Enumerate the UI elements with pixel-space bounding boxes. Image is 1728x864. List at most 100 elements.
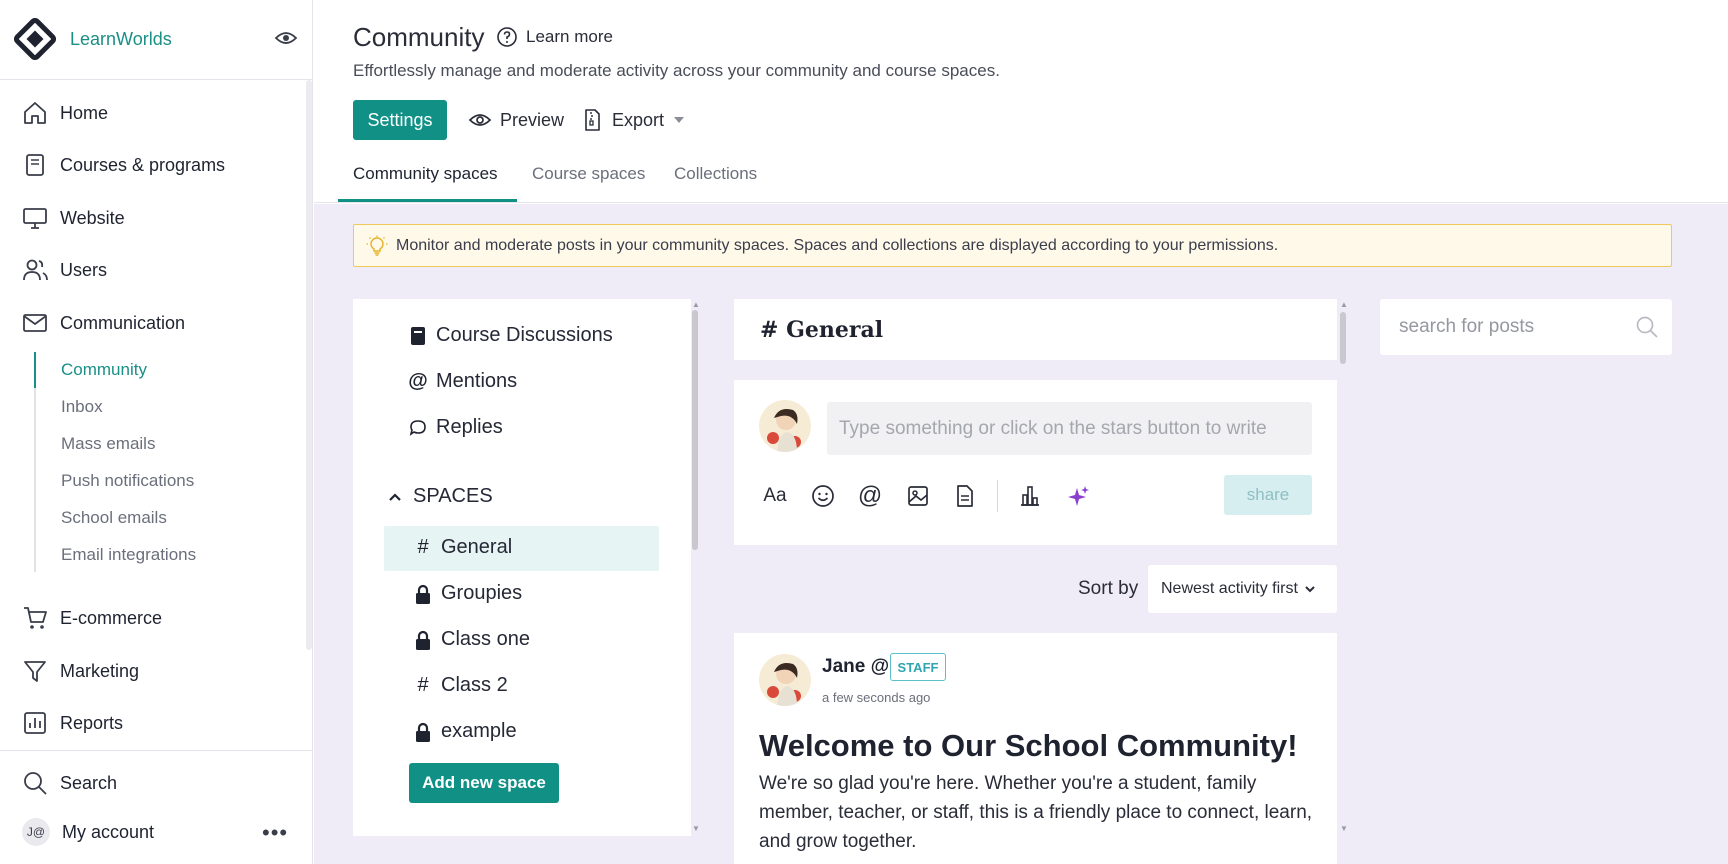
lock-icon: [413, 584, 433, 604]
subnav-community[interactable]: Community: [61, 360, 147, 380]
tab-community-spaces[interactable]: Community spaces: [353, 164, 498, 184]
preview-label: Preview: [500, 109, 565, 130]
monitor-icon: [22, 205, 48, 231]
feed-scrollbar[interactable]: [1340, 312, 1346, 364]
user-avatar: [759, 400, 811, 452]
book-icon: [22, 152, 48, 178]
at-icon: @: [408, 370, 428, 392]
tab-course-spaces[interactable]: Course spaces: [532, 164, 645, 184]
space-groupies[interactable]: Groupies: [413, 582, 522, 605]
nav-label: Home: [60, 102, 109, 123]
subnav-mass-emails[interactable]: Mass emails: [61, 434, 155, 454]
nav-marketing[interactable]: Marketing: [22, 657, 139, 685]
brand[interactable]: LearnWorlds: [14, 16, 172, 62]
emoji-icon[interactable]: [809, 482, 837, 510]
nav-users[interactable]: Users: [22, 256, 107, 284]
help-circle-icon: [496, 26, 518, 48]
hash-icon: #: [417, 674, 429, 696]
lock-icon: [413, 630, 433, 650]
users-icon: [22, 257, 48, 283]
divider: [0, 79, 313, 80]
mention-icon[interactable]: @: [856, 482, 884, 510]
scroll-up-arrow-icon[interactable]: ▲: [1340, 300, 1348, 309]
staff-badge: STAFF: [890, 653, 946, 681]
link-label: Course Discussions: [436, 324, 613, 346]
toolbar-separator: [997, 480, 998, 512]
space-label: Class 2: [441, 674, 508, 696]
lightbulb-icon: [366, 235, 388, 257]
spaces-panel-scrollbar[interactable]: [692, 310, 698, 550]
post-author-avatar[interactable]: [759, 654, 811, 706]
nav-home[interactable]: Home: [22, 99, 108, 127]
ai-sparkle-icon[interactable]: [1065, 482, 1093, 510]
add-new-space-button[interactable]: Add new space: [409, 763, 559, 803]
space-class-2[interactable]: # Class 2: [413, 674, 508, 697]
post-title: Welcome to Our School Community!: [759, 728, 1298, 763]
nav-communication[interactable]: Communication: [22, 309, 185, 337]
info-notice: Monitor and moderate posts in your commu…: [353, 224, 1672, 267]
subnav-inbox[interactable]: Inbox: [61, 397, 103, 417]
zip-file-icon: [580, 108, 604, 132]
scroll-down-arrow-icon[interactable]: ▼: [692, 824, 700, 833]
funnel-icon: [22, 658, 48, 684]
spaces-section-toggle[interactable]: SPACES: [385, 485, 493, 508]
nav-label: My account: [62, 821, 155, 842]
sort-label: Sort by: [1078, 578, 1139, 599]
link-label: Mentions: [436, 370, 518, 392]
nav-website[interactable]: Website: [22, 204, 125, 232]
divider: [0, 750, 313, 751]
chevron-up-icon: [385, 492, 405, 502]
link-course-discussions[interactable]: Course Discussions: [408, 324, 613, 347]
space-label: Groupies: [441, 582, 523, 604]
export-label: Export: [612, 109, 665, 130]
share-button[interactable]: share: [1224, 475, 1312, 515]
nav-label: Users: [60, 259, 108, 280]
preview-button[interactable]: Preview: [468, 108, 564, 132]
post-search-box[interactable]: search for posts: [1380, 299, 1672, 355]
search-icon[interactable]: [1635, 315, 1659, 339]
mail-icon: [22, 310, 48, 336]
poll-icon[interactable]: [1016, 482, 1044, 510]
nav-courses-programs[interactable]: Courses & programs: [22, 151, 225, 179]
sort-value: Newest activity first: [1161, 580, 1298, 597]
view-site-eye-icon[interactable]: [274, 28, 298, 48]
space-class-one[interactable]: Class one: [413, 628, 530, 651]
search-input[interactable]: search for posts: [1399, 316, 1534, 338]
composer-input[interactable]: Type something or click on the stars but…: [827, 402, 1312, 455]
nav-reports[interactable]: Reports: [22, 709, 123, 737]
file-icon[interactable]: [951, 482, 979, 510]
more-options-icon[interactable]: •••: [262, 820, 288, 846]
settings-button[interactable]: Settings: [353, 100, 447, 140]
subnav-email-integrations[interactable]: Email integrations: [61, 545, 196, 565]
page-title: Community: [353, 22, 485, 52]
text-format-icon[interactable]: Aa: [761, 482, 789, 510]
nav-search[interactable]: Search: [22, 769, 117, 797]
sidebar-scrollbar[interactable]: [306, 80, 312, 650]
space-general[interactable]: # General: [413, 536, 512, 559]
sort-select[interactable]: Newest activity first: [1148, 565, 1337, 613]
nav-label: Reports: [60, 712, 124, 733]
nav-e-commerce[interactable]: E-commerce: [22, 604, 162, 632]
cart-icon: [22, 605, 48, 631]
learnworlds-logo-icon: [14, 18, 56, 60]
nav-my-account[interactable]: J@ My account: [22, 818, 154, 846]
export-button[interactable]: Export: [580, 108, 685, 132]
subnav-push-notifications[interactable]: Push notifications: [61, 471, 194, 491]
link-replies[interactable]: Replies: [408, 416, 503, 439]
notice-text: Monitor and moderate posts in your commu…: [396, 236, 1279, 254]
link-mentions[interactable]: @ Mentions: [408, 370, 517, 393]
image-icon[interactable]: [904, 482, 932, 510]
post-author-name[interactable]: Jane @: [822, 656, 889, 678]
hash-icon: #: [417, 536, 429, 558]
scroll-down-arrow-icon[interactable]: ▼: [1340, 824, 1348, 833]
account-avatar: J@: [22, 818, 50, 846]
scroll-up-arrow-icon[interactable]: ▲: [692, 300, 700, 309]
learn-more-link[interactable]: Learn more: [496, 26, 613, 48]
post-body: We're so glad you're here. Whether you'r…: [759, 773, 1313, 852]
tab-collections[interactable]: Collections: [674, 164, 757, 184]
subnav-school-emails[interactable]: School emails: [61, 508, 167, 528]
lock-icon: [413, 722, 433, 742]
space-example[interactable]: example: [413, 720, 517, 743]
space-label: General: [441, 536, 513, 558]
learn-more-label: Learn more: [526, 27, 613, 46]
